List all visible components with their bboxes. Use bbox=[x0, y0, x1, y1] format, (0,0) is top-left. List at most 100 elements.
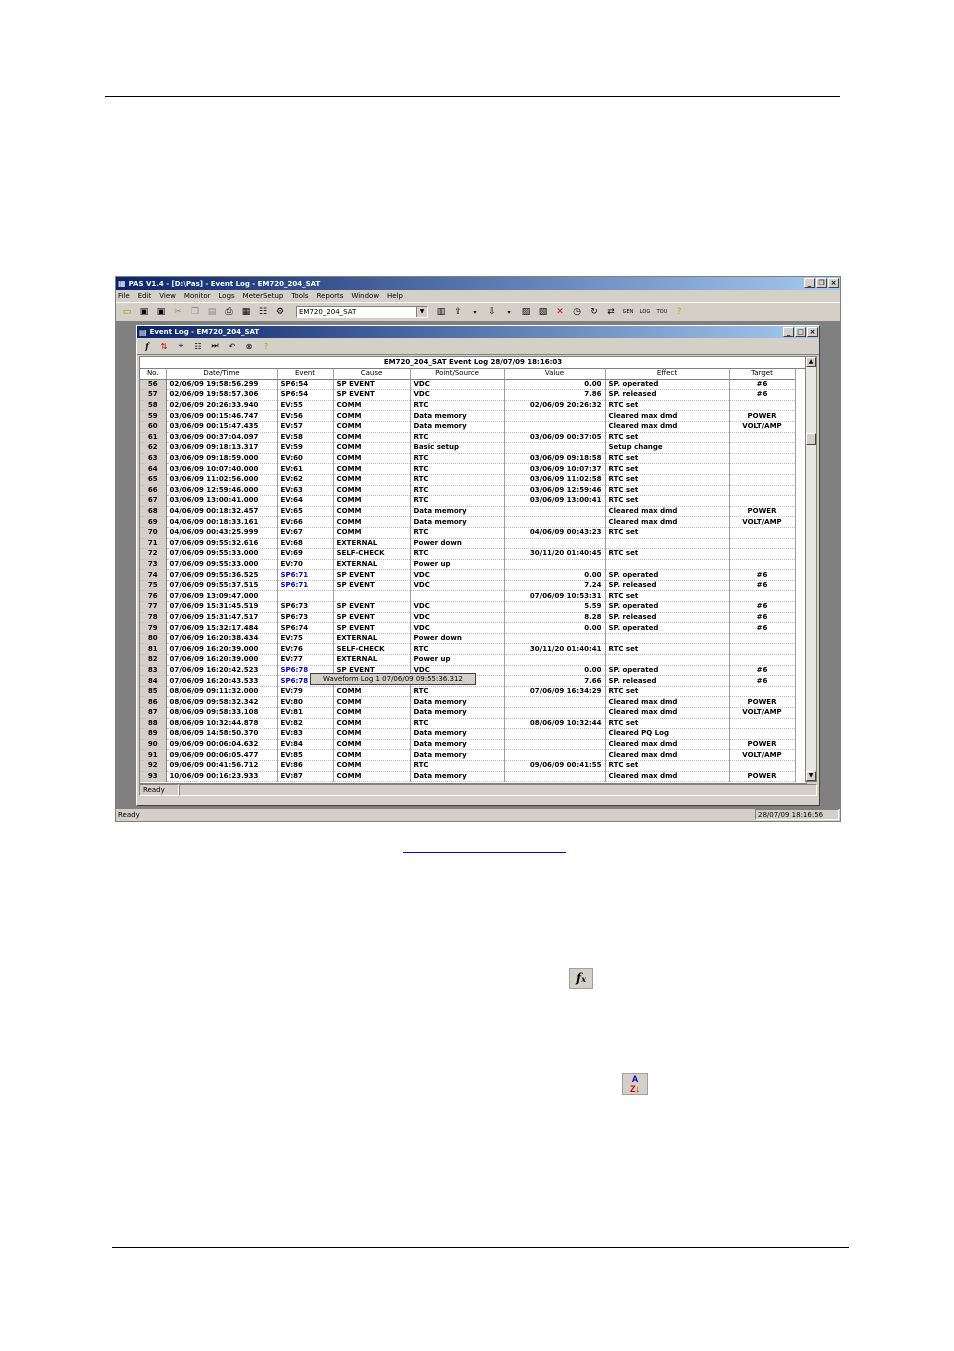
table-row[interactable]: 79 07/06/09 15:32:17.484 SP6:74 SP EVENT VDC… bbox=[140, 622, 796, 634]
scroll-thumb[interactable] bbox=[806, 433, 816, 445]
table-row[interactable]: 86 08/06/09 09:58:32.342 EV:80 COMM Data mem… bbox=[140, 696, 796, 708]
scroll-up-icon[interactable]: ▲ bbox=[806, 357, 816, 367]
cut-icon[interactable]: ✂ bbox=[171, 306, 185, 319]
table-row[interactable]: 61 03/06/09 00:37:04.097 EV:58 COMM RTC 03/06… bbox=[140, 432, 796, 444]
col-header-target[interactable]: Target bbox=[729, 369, 796, 380]
connect-icon[interactable]: ⚙ bbox=[273, 306, 287, 319]
table-row[interactable]: 68 04/06/09 00:18:32.457 EV:65 COMM Data mem… bbox=[140, 506, 796, 518]
table-row[interactable]: 65 03/06/09 11:02:56.000 EV:62 COMM RTC 03/06… bbox=[140, 474, 796, 486]
menu-reports[interactable]: Reports bbox=[317, 292, 344, 300]
table-row[interactable]: 59 03/06/09 00:15:46.747 EV:56 COMM Data mem… bbox=[140, 410, 796, 422]
table-row[interactable]: 58 02/06/09 20:26:33.940 EV:55 COMM RTC 02/06… bbox=[140, 400, 796, 412]
dropdown-arrow-icon-2[interactable]: ▾ bbox=[502, 306, 516, 319]
table-row[interactable]: 67 03/06/09 13:00:41.000 EV:64 COMM RTC 03/06… bbox=[140, 495, 796, 507]
cell-event[interactable]: SP6:71 bbox=[277, 580, 334, 592]
tou-report-icon[interactable]: TOU bbox=[655, 306, 669, 319]
help-icon[interactable]: ? bbox=[672, 306, 686, 319]
stop-icon[interactable]: ⊗ bbox=[242, 340, 256, 353]
table-row[interactable]: 70 04/06/09 00:43:25.999 EV:67 COMM RTC 04/06… bbox=[140, 527, 796, 539]
table-row[interactable]: 90 09/06/09 00:06:04.632 EV:84 COMM Data mem… bbox=[140, 739, 796, 751]
find-icon[interactable]: ⌖ bbox=[174, 340, 188, 353]
transfer-icon[interactable]: ⇄ bbox=[604, 306, 618, 319]
col-header-value[interactable]: Value bbox=[504, 369, 606, 380]
table-row[interactable]: 87 08/06/09 09:58:33.108 EV:81 COMM Data mem… bbox=[140, 707, 796, 719]
child-help-icon[interactable]: ? bbox=[259, 340, 273, 353]
table-row[interactable]: 74 07/06/09 09:55:36.525 SP6:71 SP EVENT VDC… bbox=[140, 569, 796, 581]
table-row[interactable]: 66 03/06/09 12:59:46.000 EV:63 COMM RTC 03/06… bbox=[140, 485, 796, 497]
properties-icon[interactable]: ☷ bbox=[256, 306, 270, 319]
image-icon[interactable]: ▧ bbox=[536, 306, 550, 319]
chart-icon[interactable]: ▨ bbox=[519, 306, 533, 319]
table-row[interactable]: 73 07/06/09 09:55:33.000 EV:70 EXTERNAL Powe… bbox=[140, 559, 796, 571]
table-row[interactable]: 91 09/06/09 00:06:05.477 EV:85 COMM Data mem… bbox=[140, 749, 796, 761]
delete-icon[interactable]: ✕ bbox=[553, 306, 567, 319]
undo-icon[interactable]: ↶ bbox=[225, 340, 239, 353]
table-row[interactable]: 92 09/06/09 00:41:56.712 EV:86 COMM RTC 09/06… bbox=[140, 760, 796, 772]
table-row[interactable]: 60 03/06/09 00:15:47.435 EV:57 COMM Data mem… bbox=[140, 421, 796, 433]
clock-icon[interactable]: ◷ bbox=[570, 306, 584, 319]
table-row[interactable]: 72 07/06/09 09:55:33.000 EV:69 SELF-CHECK RT… bbox=[140, 548, 796, 560]
table-row[interactable]: 88 08/06/09 10:32:44.878 EV:82 COMM RTC 08/06… bbox=[140, 718, 796, 730]
print-icon[interactable]: ⎙ bbox=[222, 306, 236, 319]
chevron-down-icon[interactable]: ▼ bbox=[416, 307, 427, 317]
site-combo[interactable]: EM720_204_SAT ▼ bbox=[296, 306, 428, 318]
table-row[interactable]: 76 07/06/09 13:09:47.000 07/06/09 10:53:31… bbox=[140, 590, 796, 603]
filter-icon[interactable]: f bbox=[140, 340, 154, 353]
table-row[interactable]: 75 07/06/09 09:55:37.515 SP6:71 SP EVENT VDC… bbox=[140, 580, 796, 592]
menu-metersetup[interactable]: MeterSetup bbox=[243, 292, 284, 300]
log-report-icon[interactable]: LOG bbox=[638, 306, 652, 319]
table-row[interactable]: 81 07/06/09 16:20:39.000 EV:76 SELF-CHECK RT… bbox=[140, 643, 796, 656]
col-header-effect[interactable]: Effect bbox=[605, 369, 730, 380]
sort-icon[interactable]: ⇅ bbox=[157, 340, 171, 353]
table-icon[interactable]: ▥ bbox=[434, 306, 448, 319]
upload-icon[interactable]: ⇪ bbox=[451, 306, 465, 319]
hyperlink-underline[interactable] bbox=[403, 852, 566, 853]
col-header-point-source[interactable]: Point/Source bbox=[410, 369, 505, 380]
child-close-button[interactable]: × bbox=[807, 327, 818, 337]
table-row[interactable]: 89 08/06/09 14:58:50.370 EV:83 COMM Data mem… bbox=[140, 728, 796, 740]
menu-tools[interactable]: Tools bbox=[291, 292, 308, 300]
menu-monitor[interactable]: Monitor bbox=[184, 292, 211, 300]
save-all-icon[interactable]: ▣ bbox=[154, 306, 168, 319]
menu-edit[interactable]: Edit bbox=[138, 292, 152, 300]
reset-icon[interactable]: ↻ bbox=[587, 306, 601, 319]
minimize-button[interactable]: _ bbox=[804, 278, 815, 288]
app-title-bar[interactable]: ▦ PAS V1.4 - [D:\Pas] - Event Log - EM72… bbox=[116, 277, 840, 290]
waveform-tooltip[interactable]: Waveform Log 1 07/06/09 09:55:36.312 bbox=[310, 673, 476, 685]
table-row[interactable]: 64 03/06/09 10:07:40.000 EV:61 COMM RTC 03/06… bbox=[140, 463, 796, 475]
gen-report-icon[interactable]: GEN bbox=[621, 306, 635, 319]
table-row[interactable]: 80 07/06/09 16:20:38.434 EV:75 EXTERNAL Powe… bbox=[140, 633, 796, 645]
grid-vertical-scrollbar[interactable]: ▲ ▼ bbox=[805, 356, 817, 782]
event-log-title-bar[interactable]: ▤ Event Log - EM720_204_SAT _ □ × bbox=[137, 326, 819, 338]
next-page-icon[interactable]: ⏭ bbox=[208, 340, 222, 353]
close-button[interactable]: × bbox=[828, 278, 839, 288]
col-header-cause[interactable]: Cause bbox=[333, 369, 411, 380]
table-row[interactable]: 56 02/06/09 19:58:56.299 SP6:54 SP EVENT VDC… bbox=[140, 379, 796, 391]
table-row[interactable]: 85 08/06/09 09:11:32.000 EV:79 COMM RTC 07/06… bbox=[140, 686, 796, 698]
col-header-event[interactable]: Event bbox=[277, 369, 334, 380]
cell-event[interactable]: SP6:71 bbox=[277, 569, 334, 581]
col-header-datetime[interactable]: Date/Time bbox=[166, 369, 278, 380]
table-row[interactable]: 71 07/06/09 09:55:32.616 EV:68 EXTERNAL Powe… bbox=[140, 538, 796, 550]
menu-logs[interactable]: Logs bbox=[219, 292, 235, 300]
table-row[interactable]: 57 02/06/09 19:58:57.306 SP6:54 SP EVENT VDC… bbox=[140, 389, 796, 401]
table-row[interactable]: 63 03/06/09 09:18:59.000 EV:60 COMM RTC 03/06… bbox=[140, 453, 796, 465]
child-maximize-button[interactable]: □ bbox=[795, 327, 806, 337]
menu-window[interactable]: Window bbox=[351, 292, 379, 300]
table-row[interactable]: 78 07/06/09 15:31:47.517 SP6:73 SP EVENT VDC… bbox=[140, 612, 796, 624]
table-row[interactable]: 82 07/06/09 16:20:39.000 EV:77 EXTERNAL Powe… bbox=[140, 654, 796, 666]
child-minimize-button[interactable]: _ bbox=[783, 327, 794, 337]
copy-icon[interactable]: ❐ bbox=[188, 306, 202, 319]
setup-icon[interactable]: ☷ bbox=[191, 340, 205, 353]
paste-icon[interactable]: ▤ bbox=[205, 306, 219, 319]
table-row[interactable]: 69 04/06/09 00:18:33.161 EV:66 COMM Data mem… bbox=[140, 516, 796, 528]
open-icon[interactable]: ▭ bbox=[120, 306, 134, 319]
menu-file[interactable]: File bbox=[118, 292, 130, 300]
download-icon[interactable]: ⇩ bbox=[485, 306, 499, 319]
menu-help[interactable]: Help bbox=[387, 292, 403, 300]
col-header-no[interactable]: No. bbox=[140, 369, 167, 380]
dropdown-arrow-icon[interactable]: ▾ bbox=[468, 306, 482, 319]
restore-button[interactable]: ❐ bbox=[816, 278, 827, 288]
calendar-icon[interactable]: ▦ bbox=[239, 306, 253, 319]
menu-view[interactable]: View bbox=[159, 292, 176, 300]
